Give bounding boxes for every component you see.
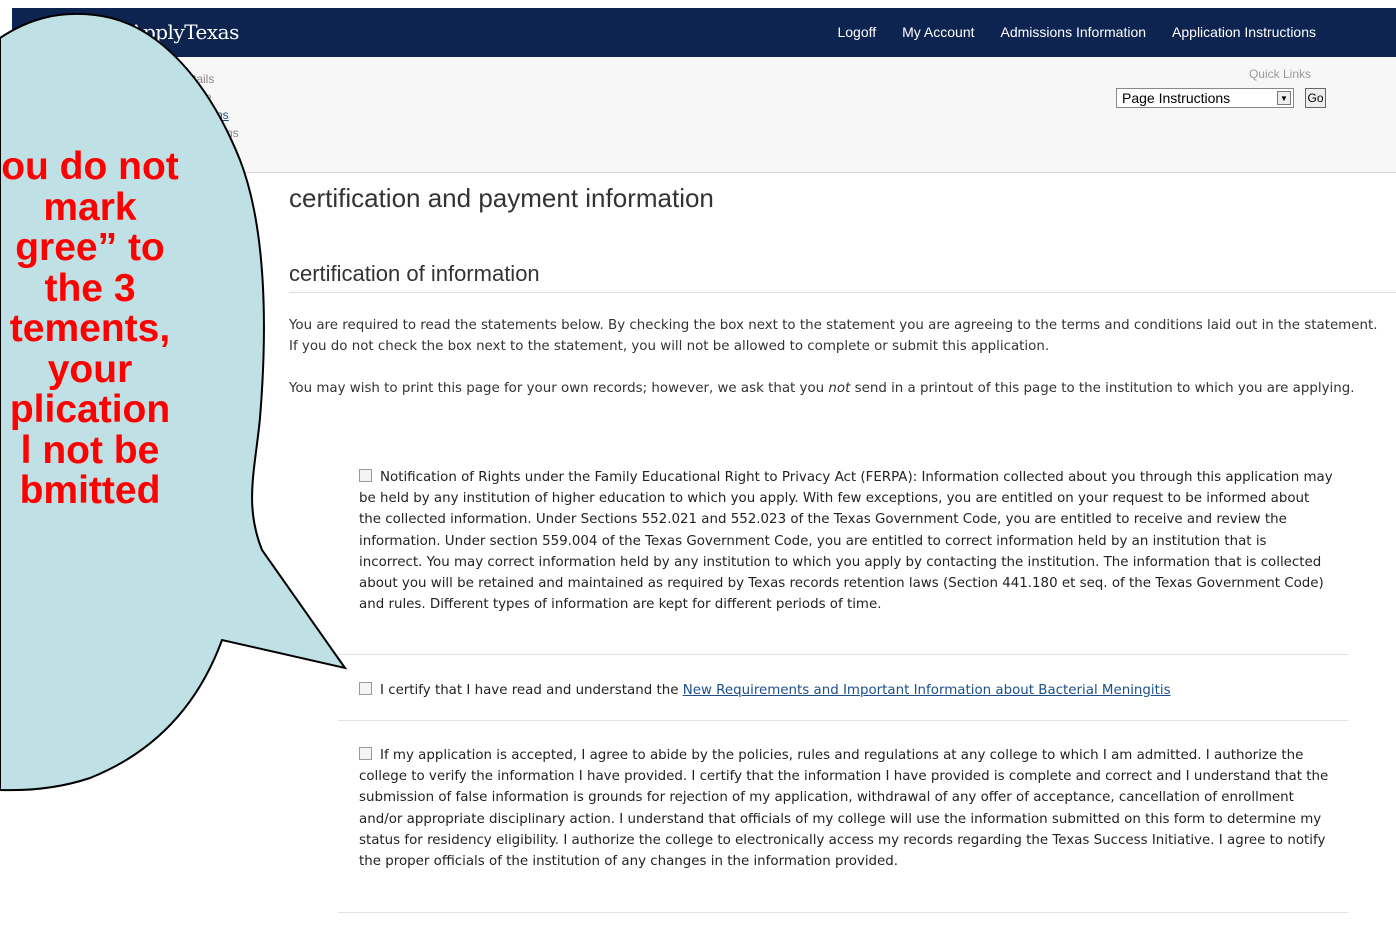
callout-line: ou do not xyxy=(1,145,179,188)
callout-text: ou do not mark gree” to the 3 tements, y… xyxy=(0,145,250,512)
callout-line: bmitted xyxy=(19,469,161,512)
callout-line: the 3 xyxy=(44,266,136,310)
callout-line: your xyxy=(47,347,133,391)
callout-line: tements, xyxy=(9,307,171,350)
callout-line: plication xyxy=(9,388,171,431)
callout-line: gree” to xyxy=(15,226,165,269)
callout-line: mark xyxy=(43,185,137,229)
callout-line: l not be xyxy=(20,428,160,472)
